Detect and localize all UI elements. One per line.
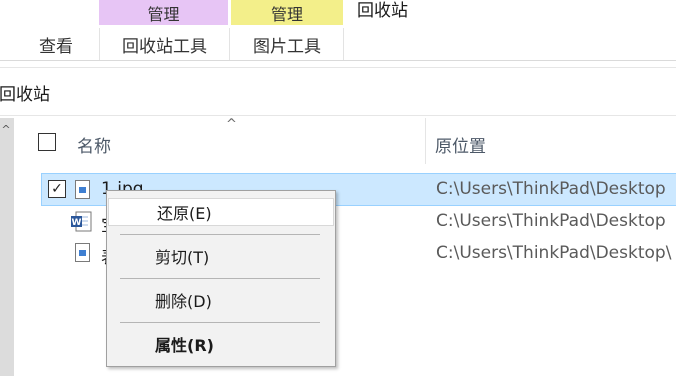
menu-item-restore[interactable]: 还原(E) bbox=[108, 198, 334, 226]
file-original-location: C:\Users\ThinkPad\Desktop bbox=[436, 179, 666, 199]
word-file-icon: W bbox=[70, 211, 92, 232]
context-tab-manage-recycle[interactable]: 管理 bbox=[99, 0, 228, 25]
row-checkbox-checked[interactable]: ✓ bbox=[48, 180, 66, 198]
window-title: 回收站 bbox=[357, 1, 408, 21]
address-path[interactable]: 回收站 bbox=[0, 80, 50, 105]
menu-separator bbox=[120, 322, 320, 323]
tab-view[interactable]: 查看 bbox=[26, 28, 86, 60]
image-file-icon bbox=[75, 243, 90, 262]
column-header-name[interactable]: 名称 bbox=[77, 132, 111, 157]
menu-separator bbox=[120, 234, 320, 235]
file-original-location: C:\Users\ThinkPad\Desktop\ bbox=[436, 243, 672, 263]
context-tab-manage-picture[interactable]: 管理 bbox=[231, 0, 343, 25]
sort-ascending-icon: ^ bbox=[226, 117, 237, 132]
tab-recycle-bin-tools[interactable]: 回收站工具 bbox=[99, 28, 230, 60]
menu-item-properties[interactable]: 属性(R) bbox=[107, 329, 335, 359]
address-bar[interactable] bbox=[0, 68, 676, 116]
menu-item-delete[interactable]: 删除(D) bbox=[107, 285, 335, 315]
svg-text:W: W bbox=[72, 218, 82, 228]
navigation-pane-scrollbar[interactable] bbox=[0, 118, 14, 376]
menu-separator bbox=[120, 278, 320, 279]
image-file-icon bbox=[75, 180, 90, 199]
column-header-original-location[interactable]: 原位置 bbox=[435, 132, 486, 157]
menu-item-cut[interactable]: 剪切(T) bbox=[107, 241, 335, 271]
select-all-checkbox[interactable] bbox=[38, 133, 56, 151]
column-divider[interactable] bbox=[425, 118, 426, 164]
file-original-location: C:\Users\ThinkPad\Desktop bbox=[436, 211, 666, 231]
tab-picture-tools[interactable]: 图片工具 bbox=[231, 28, 344, 60]
scroll-up-arrow-icon[interactable]: ^ bbox=[0, 124, 12, 136]
